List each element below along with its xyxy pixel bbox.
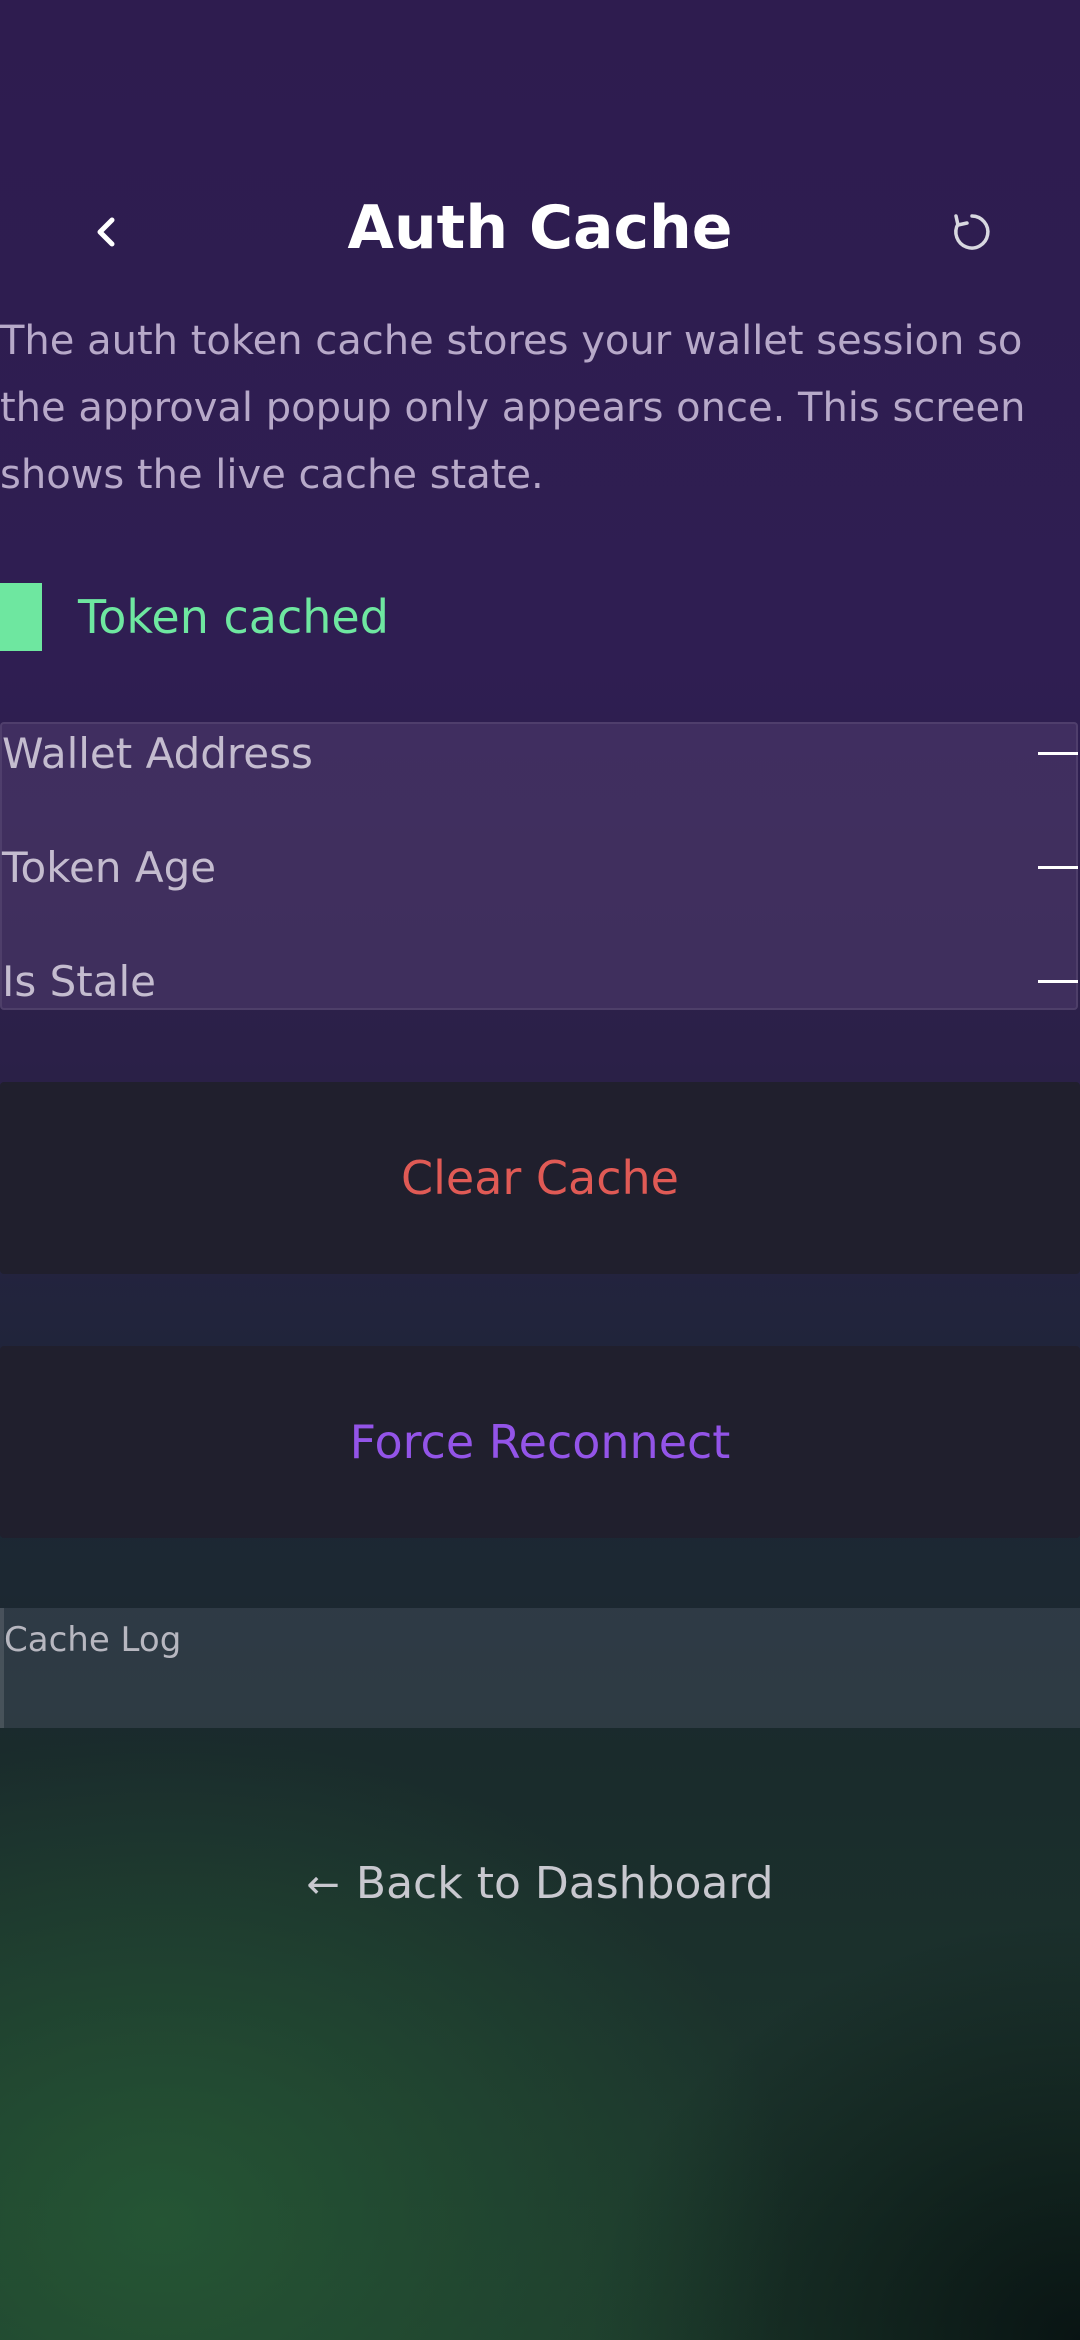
header: Auth Cache [0,160,1080,300]
page-title: Auth Cache [347,193,733,263]
info-row-wallet-address: Wallet Address [2,724,1080,784]
cache-log-panel[interactable]: Cache Log [0,1608,1080,1728]
info-label: Wallet Address [2,729,313,778]
info-value-placeholder [1038,752,1078,755]
arrow-left-icon: ← [306,1862,340,1908]
info-label: Token Age [2,843,217,892]
info-row-is-stale: Is Stale [2,952,1080,1012]
status-indicator [0,583,42,651]
refresh-icon[interactable] [950,210,994,254]
back-link-label: Back to Dashboard [355,1858,774,1909]
info-value-placeholder [1038,980,1078,983]
back-to-dashboard-link[interactable]: ← Back to Dashboard [0,1852,1080,1917]
clear-cache-button[interactable]: Clear Cache [0,1082,1080,1274]
info-row-token-age: Token Age [2,838,1080,898]
info-value-placeholder [1038,866,1078,869]
description-text: The auth token cache stores your wallet … [0,318,1026,498]
cache-status: Token cached [0,583,1080,651]
force-reconnect-button[interactable]: Force Reconnect [0,1346,1080,1538]
cache-log-label: Cache Log [4,1620,182,1660]
info-label: Is Stale [2,957,156,1006]
cache-info-card: Wallet Address Token Age Is Stale [0,722,1078,1010]
status-label: Token cached [78,590,389,644]
